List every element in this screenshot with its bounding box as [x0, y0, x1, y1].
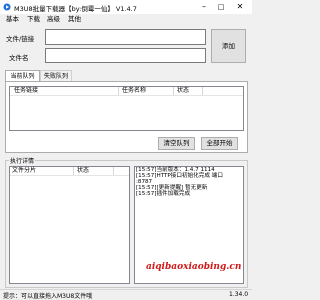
column-divider	[73, 167, 74, 175]
menu-item-basic[interactable]: 基本	[6, 15, 19, 24]
menu-item-advanced[interactable]: 高级	[47, 15, 60, 24]
status-version: 1.34.0	[229, 291, 249, 298]
column-header-segment[interactable]: 文件分片	[12, 167, 36, 175]
column-header-task-name[interactable]: 任务名称	[122, 87, 146, 95]
status-hint: 提示：可以直接拖入M3U8文件哦	[3, 293, 93, 300]
start-all-button[interactable]: 全部开始	[201, 137, 238, 150]
filename-label: 文件名	[9, 54, 29, 62]
column-header-task-link[interactable]: 任务链接	[14, 87, 38, 95]
menu-item-other[interactable]: 其他	[68, 15, 81, 24]
add-button[interactable]: 添加	[211, 29, 246, 63]
filename-input[interactable]	[45, 48, 206, 63]
column-divider	[202, 87, 203, 95]
clear-queue-button[interactable]: 清空队列	[158, 137, 195, 150]
column-header-status[interactable]: 状态	[177, 87, 189, 95]
app-logo-icon	[3, 3, 11, 11]
segments-table[interactable]	[9, 166, 130, 284]
url-label: 文件/链接	[6, 35, 35, 43]
menu-item-download[interactable]: 下载	[27, 15, 40, 24]
column-divider	[113, 167, 114, 175]
tab-current-queue[interactable]: 当前队列	[5, 70, 40, 81]
url-input[interactable]	[45, 29, 206, 45]
tab-failed-queue[interactable]: 失败队列	[40, 70, 72, 81]
maximize-button[interactable]: □	[216, 2, 226, 12]
minimize-button[interactable]: –	[199, 2, 209, 12]
column-header-segment-status[interactable]: 状态	[77, 167, 89, 175]
details-section-title: 执行详情	[9, 156, 36, 165]
column-divider	[173, 87, 174, 95]
close-button[interactable]: ✕	[235, 2, 245, 12]
watermark: aiqibaoxiaobing.cn	[146, 262, 242, 272]
column-divider	[118, 87, 119, 95]
log-line: [15:57]插件加载完成	[136, 191, 191, 197]
window-title: M3U8批量下载器【by:倒霉一仙】 V1.4.7	[14, 5, 137, 13]
